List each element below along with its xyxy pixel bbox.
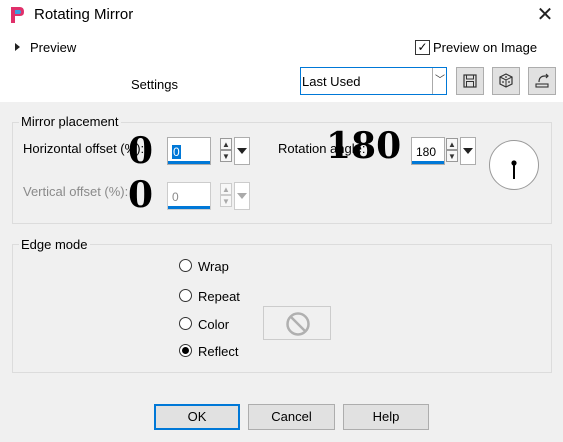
horizontal-offset-input[interactable]: 0 bbox=[167, 137, 211, 165]
vertical-offset-label: Vertical offset (%): bbox=[23, 184, 129, 199]
no-color-icon bbox=[286, 312, 310, 336]
dice-icon bbox=[499, 73, 513, 88]
app-logo-icon bbox=[11, 7, 24, 23]
spin-down-icon[interactable]: ▼ bbox=[446, 150, 458, 162]
settings-label: Settings bbox=[131, 77, 178, 92]
edge-mode-repeat-radio[interactable] bbox=[179, 289, 192, 302]
dropdown-arrow-icon bbox=[463, 148, 473, 154]
preview-on-image-label[interactable]: Preview on Image bbox=[433, 40, 537, 55]
horizontal-offset-overlay: 0 bbox=[128, 130, 154, 172]
reset-icon bbox=[535, 73, 549, 88]
edge-mode-color-label[interactable]: Color bbox=[198, 317, 229, 332]
spin-up-icon[interactable]: ▲ bbox=[220, 138, 232, 150]
spin-up-icon[interactable]: ▲ bbox=[446, 138, 458, 150]
vertical-offset-value: 0 bbox=[172, 190, 179, 204]
reset-button[interactable] bbox=[528, 67, 556, 95]
horizontal-offset-mode-button[interactable] bbox=[234, 137, 250, 165]
edge-mode-color-radio[interactable] bbox=[179, 317, 192, 330]
vertical-offset-overlay: 0 bbox=[128, 174, 154, 216]
dropdown-arrow-icon bbox=[237, 148, 247, 154]
spin-down-icon[interactable]: ▼ bbox=[220, 195, 232, 207]
dropdown-arrow-icon bbox=[237, 193, 247, 199]
horizontal-offset-stepper[interactable]: ▲ ▼ bbox=[220, 138, 232, 162]
ok-button[interactable]: OK bbox=[154, 404, 240, 430]
save-preset-button[interactable] bbox=[456, 67, 484, 95]
preview-toggle-label[interactable]: Preview bbox=[30, 40, 76, 55]
help-button[interactable]: Help bbox=[343, 404, 429, 430]
vertical-offset-mode-button[interactable] bbox=[234, 182, 250, 210]
chevron-down-icon[interactable]: ﹀ bbox=[432, 68, 447, 94]
vertical-offset-bar bbox=[168, 206, 210, 209]
edge-mode-reflect-label[interactable]: Reflect bbox=[198, 344, 238, 359]
rotation-angle-stepper[interactable]: ▲ ▼ bbox=[446, 138, 458, 162]
edge-mode-legend: Edge mode bbox=[19, 237, 90, 252]
edge-mode-repeat-label[interactable]: Repeat bbox=[198, 289, 240, 304]
edge-mode-wrap-label[interactable]: Wrap bbox=[198, 259, 229, 274]
edge-mode-reflect-radio[interactable] bbox=[179, 344, 192, 357]
expand-preview-icon[interactable] bbox=[15, 43, 20, 51]
spin-down-icon[interactable]: ▼ bbox=[220, 150, 232, 162]
rotation-angle-mode-button[interactable] bbox=[460, 137, 476, 165]
close-button[interactable]: ✕ bbox=[533, 3, 557, 27]
spin-up-icon[interactable]: ▲ bbox=[220, 183, 232, 195]
horizontal-offset-bar bbox=[168, 161, 210, 164]
close-icon: ✕ bbox=[536, 4, 554, 26]
preview-on-image-checkbox[interactable]: ✓ bbox=[415, 40, 430, 55]
dial-knob-icon bbox=[511, 160, 517, 166]
edge-color-swatch[interactable] bbox=[263, 306, 331, 340]
preset-value: Last Used bbox=[302, 74, 361, 89]
cancel-button[interactable]: Cancel bbox=[248, 404, 335, 430]
rotation-angle-bar bbox=[412, 161, 444, 164]
vertical-offset-input[interactable]: 0 bbox=[167, 182, 211, 210]
rotation-dial[interactable] bbox=[488, 139, 540, 191]
mirror-placement-legend: Mirror placement bbox=[19, 114, 121, 129]
horizontal-offset-label: Horizontal offset (%): bbox=[23, 141, 145, 156]
save-icon bbox=[463, 74, 477, 88]
rotation-angle-value: 180 bbox=[416, 145, 437, 159]
edge-mode-wrap-radio[interactable] bbox=[179, 259, 192, 272]
horizontal-offset-value: 0 bbox=[172, 145, 181, 159]
rotation-angle-input[interactable]: 180 bbox=[411, 137, 445, 165]
window-title: Rotating Mirror bbox=[34, 6, 134, 23]
vertical-offset-stepper[interactable]: ▲ ▼ bbox=[220, 183, 232, 207]
randomize-button[interactable] bbox=[492, 67, 520, 95]
rotation-angle-overlay: 180 bbox=[326, 125, 402, 167]
